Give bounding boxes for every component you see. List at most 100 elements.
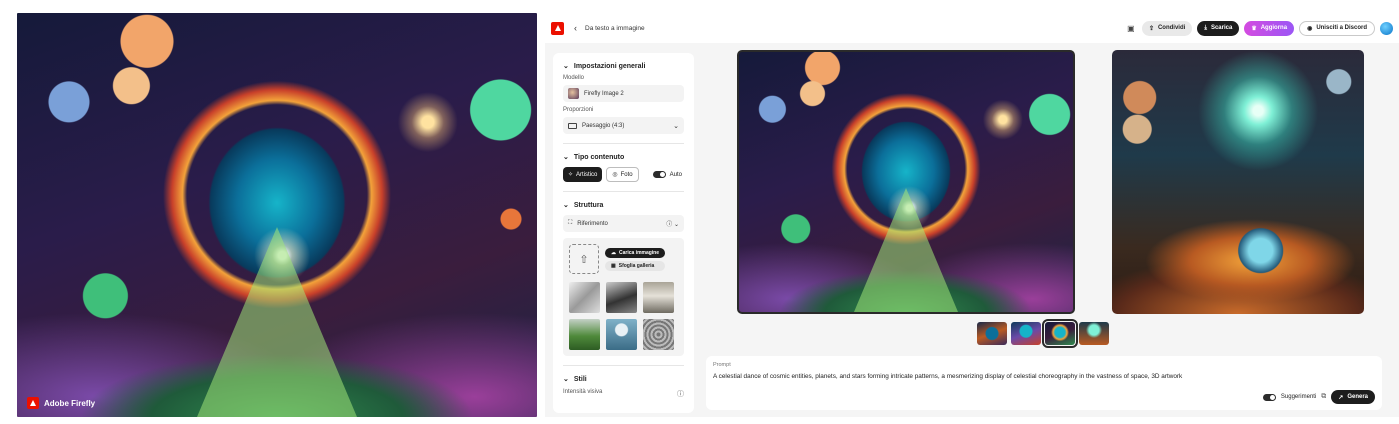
generated-image-selected[interactable]: [737, 50, 1075, 314]
adobe-firefly-badge: Adobe Firefly: [27, 397, 95, 409]
back-label: Da testo a immagine: [585, 24, 645, 32]
auto-toggle[interactable]: [652, 171, 666, 178]
thumbnail-strip: [977, 319, 1109, 348]
variant-thumbnail[interactable]: [1079, 322, 1109, 345]
general-settings-header[interactable]: ⌄ Impostazioni generali: [563, 62, 684, 71]
reference-icon: ⛶: [568, 220, 573, 226]
discord-button[interactable]: ◉ Unisciti a Discord: [1299, 20, 1375, 36]
reference-thumbnail[interactable]: [606, 282, 637, 313]
general-settings-title: Impostazioni generali: [573, 62, 646, 70]
ratio-value: Paesaggio (4:3): [582, 122, 625, 129]
chevron-down-icon: ⌄: [563, 154, 569, 161]
general-settings-section: ⌄ Impostazioni generali Modello Firefly …: [553, 53, 694, 144]
crown-icon: ♛: [1251, 25, 1257, 32]
ratio-label: Proporzioni: [563, 107, 594, 113]
styles-title: Stili: [573, 375, 587, 383]
info-icon[interactable]: ⓘ ⌄: [666, 219, 679, 228]
reference-thumbnail[interactable]: [606, 319, 637, 350]
info-icon[interactable]: ⓘ: [677, 389, 684, 399]
artistic-option[interactable]: ✧ Artistico: [563, 167, 603, 182]
avatar[interactable]: [1380, 21, 1393, 35]
generate-label: Genera: [1347, 394, 1368, 400]
adobe-logo-icon: [27, 397, 39, 409]
download-button[interactable]: ⤓ Scarica: [1197, 20, 1240, 36]
suggestions-label: Suggerimenti: [1280, 394, 1317, 400]
structure-header[interactable]: ⌄ Struttura: [563, 201, 684, 210]
light-beam: [197, 227, 357, 417]
prompt-box[interactable]: Prompt A celestial dance of cosmic entit…: [706, 356, 1382, 410]
reference-thumbnail[interactable]: [569, 319, 600, 350]
chevron-down-icon: ⌄: [563, 63, 569, 70]
variant-thumbnail[interactable]: [1011, 322, 1041, 345]
download-label: Scarica: [1210, 25, 1233, 31]
reference-label: Riferimento: [577, 220, 608, 227]
browse-gallery-button[interactable]: ▦ Sfoglia galleria: [605, 260, 666, 271]
browse-gallery-label: Sfoglia galleria: [618, 262, 655, 269]
topbar-actions: ▣ ⇪ Condividi ⤓ Scarica ♛ Aggiorna ◉ Uni…: [1125, 20, 1393, 36]
share-button[interactable]: ⇪ Condividi: [1141, 20, 1193, 36]
upload-image-label: Carica immagine: [619, 249, 660, 256]
generate-button[interactable]: ↗ Genera: [1331, 390, 1375, 404]
showcase-image: Adobe Firefly: [17, 13, 537, 417]
upload-image-button[interactable]: ☁ Carica immagine: [605, 247, 666, 258]
variant-thumbnail[interactable]: [977, 322, 1007, 345]
upgrade-label: Aggiorna: [1260, 25, 1288, 31]
reference-thumbnail[interactable]: [643, 282, 674, 313]
photo-label: Foto: [620, 171, 633, 178]
back-link[interactable]: ‹ Da testo a immagine: [574, 22, 645, 33]
photo-option[interactable]: ◎ Foto: [606, 167, 639, 182]
share-icon: ⇪: [1148, 25, 1154, 32]
auto-label: Auto: [669, 171, 682, 178]
model-thumbnail: [568, 88, 579, 99]
styles-section: ⌄ Stili Intensità visiva ⓘ: [553, 366, 694, 399]
chevron-down-icon: ⌄: [563, 376, 569, 383]
prompt-actions: Suggerimenti ⧉ ↗ Genera: [1262, 390, 1375, 404]
reference-upload-area: ⇧ ☁ Carica immagine ▦ Sfoglia galleria: [563, 238, 684, 356]
share-label: Condividi: [1157, 25, 1186, 31]
styles-header[interactable]: ⌄ Stili: [563, 375, 684, 384]
visual-intensity-label: Intensità visiva: [563, 389, 603, 395]
firefly-app: ‹ Da testo a immagine ▣ ⇪ Condividi ⤓ Sc…: [545, 13, 1399, 417]
adobe-logo-icon[interactable]: [551, 21, 564, 35]
chevron-left-icon: ‹: [574, 22, 577, 33]
reference-select[interactable]: ⛶ Riferimento ⓘ ⌄: [563, 215, 684, 232]
suggestions-icon[interactable]: ⧉: [1321, 393, 1326, 401]
content-type-header[interactable]: ⌄ Tipo contenuto: [563, 153, 684, 162]
upload-buttons: ☁ Carica immagine ▦ Sfoglia galleria: [605, 247, 666, 271]
feedback-icon[interactable]: ▣: [1125, 22, 1137, 34]
settings-panel: ⌄ Impostazioni generali Modello Firefly …: [553, 53, 694, 413]
discord-icon: ◉: [1307, 25, 1313, 32]
reference-thumbnails: [569, 282, 678, 350]
ratio-select[interactable]: Paesaggio (4:3) ⌄: [563, 117, 684, 134]
prompt-input[interactable]: A celestial dance of cosmic entities, pl…: [713, 373, 1375, 380]
suggestions-toggle[interactable]: [1262, 393, 1276, 401]
upload-icon[interactable]: ⇧: [569, 244, 599, 274]
model-value: Firefly Image 2: [584, 90, 624, 97]
content-type-section: ⌄ Tipo contenuto ✧ Artistico ◎ Foto Auto: [553, 144, 694, 192]
structure-section: ⌄ Struttura ⛶ Riferimento ⓘ ⌄ ⇧ ☁ Carica…: [553, 192, 694, 366]
generated-image-next[interactable]: [1112, 50, 1364, 314]
discord-label: Unisciti a Discord: [1316, 25, 1367, 31]
model-label: Modello: [563, 75, 585, 81]
chevron-down-icon: ⌄: [563, 202, 569, 209]
reference-thumbnail[interactable]: [643, 319, 674, 350]
camera-icon: ◎: [612, 172, 618, 178]
badge-label: Adobe Firefly: [44, 398, 96, 408]
top-bar: ‹ Da testo a immagine ▣ ⇪ Condividi ⤓ Sc…: [545, 13, 1399, 43]
model-select[interactable]: Firefly Image 2: [563, 85, 684, 102]
gallery-icon: ▦: [611, 262, 616, 269]
prompt-label: Prompt: [713, 362, 731, 368]
upgrade-button[interactable]: ♛ Aggiorna: [1244, 20, 1295, 36]
generate-icon: ↗: [1338, 394, 1344, 401]
artistic-label: Artistico: [576, 171, 598, 178]
reference-thumbnail[interactable]: [569, 282, 600, 313]
light-beam: [854, 188, 958, 312]
aspect-ratio-icon: [568, 122, 577, 129]
content-type-title: Tipo contenuto: [573, 153, 625, 161]
palette-icon: ✧: [568, 172, 574, 178]
chevron-down-icon: ⌄: [673, 122, 679, 130]
structure-title: Struttura: [573, 201, 604, 209]
variant-thumbnail-selected[interactable]: [1042, 319, 1078, 348]
download-icon: ⤓: [1204, 24, 1207, 31]
visual-intensity-row: Intensità visiva ⓘ: [563, 389, 684, 399]
